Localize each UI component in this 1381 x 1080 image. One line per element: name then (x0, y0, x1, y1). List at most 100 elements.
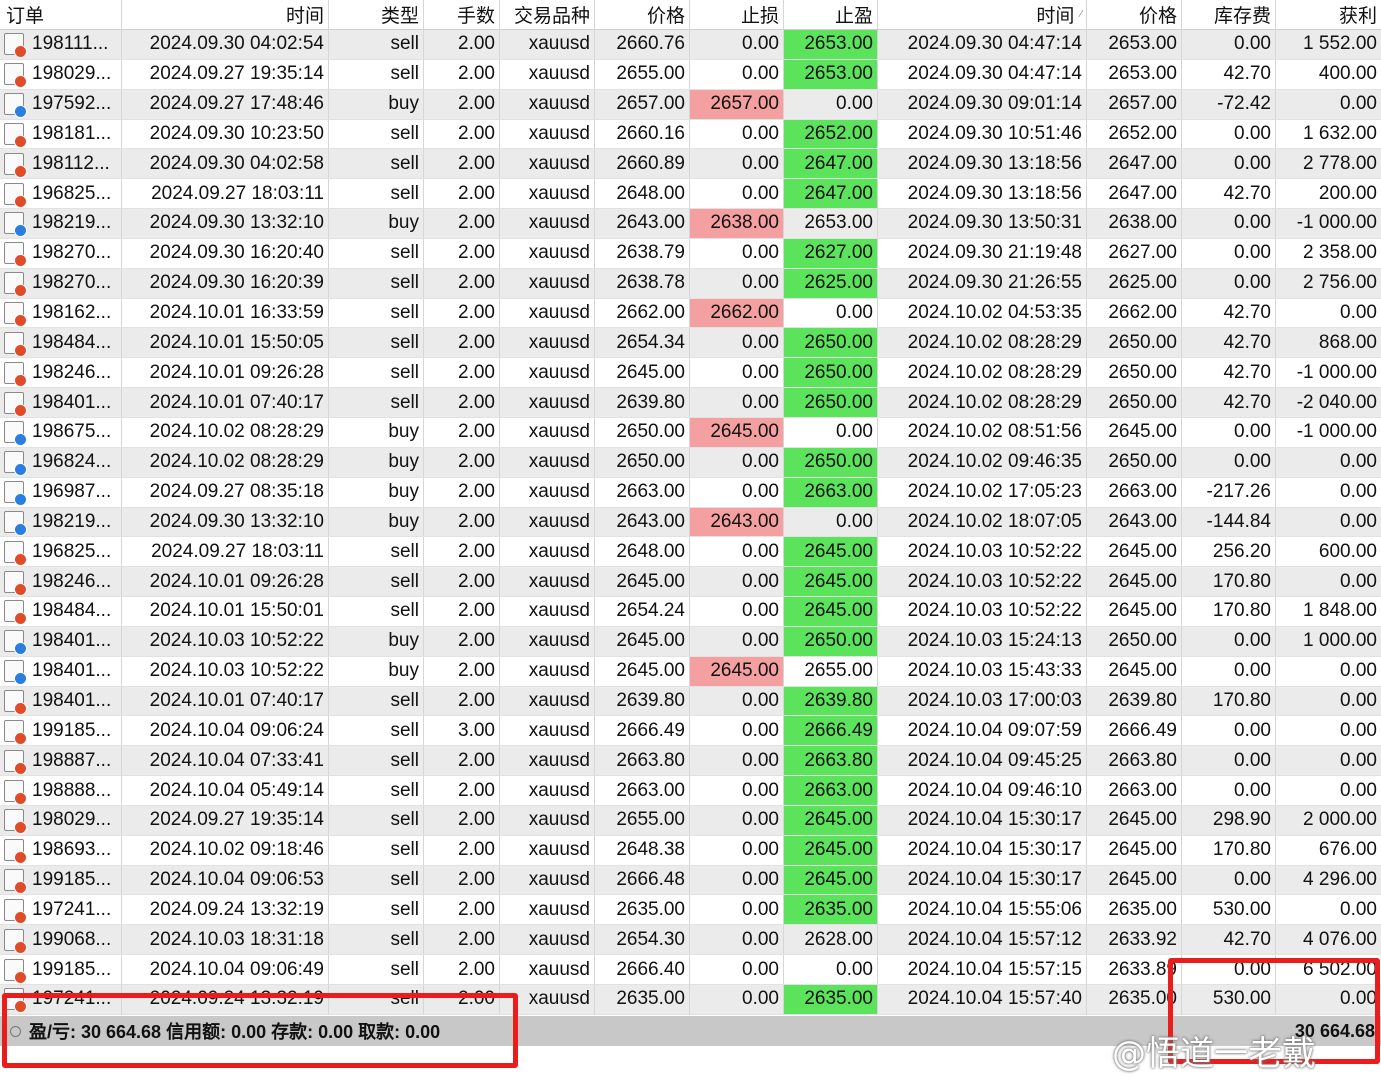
table-row[interactable]: 196825... 2024.09.27 18:03:11 sell 2.00 xauu… (0, 179, 1381, 210)
col-header-close-price[interactable]: 价格 (1087, 0, 1182, 29)
cell-lots: 2.00 (424, 865, 500, 895)
sell-order-icon (4, 958, 27, 984)
cell-order: 198111... (0, 30, 122, 59)
table-row[interactable]: 199185... 2024.10.04 09:06:24 sell 3.00 xauu… (0, 716, 1381, 747)
order-id: 198401... (32, 660, 112, 682)
cell-symbol: xauusd (500, 447, 595, 477)
buy-order-icon (4, 421, 27, 447)
cell-stop-loss: 2662.00 (690, 298, 784, 328)
cell-type: sell (329, 597, 424, 626)
col-header-take-profit[interactable]: 止盈 (784, 0, 878, 29)
cell-order: 199185... (0, 716, 122, 746)
table-row[interactable]: 198112... 2024.09.30 04:02:58 sell 2.00 xauu… (0, 149, 1381, 180)
cell-open-time: 2024.10.01 16:33:59 (122, 298, 329, 328)
cell-profit: 0.00 (1340, 93, 1377, 115)
cell-close-time: 2024.10.04 15:57:15 (878, 955, 1087, 984)
col-header-open-time[interactable]: 时间 (122, 0, 329, 29)
cell-order: 198675... (0, 417, 122, 447)
table-row[interactable]: 196825... 2024.09.27 18:03:11 sell 2.00 xauu… (0, 537, 1381, 568)
table-row[interactable]: 198887... 2024.10.04 07:33:41 sell 2.00 xauu… (0, 746, 1381, 777)
cell-close-time: 2024.10.03 15:43:33 (878, 656, 1087, 686)
table-row[interactable]: 198162... 2024.10.01 16:33:59 sell 2.00 xauu… (0, 298, 1381, 329)
table-row[interactable]: 198219... 2024.09.30 13:32:10 buy 2.00 xauus… (0, 507, 1381, 538)
cell-close-time: 2024.10.02 04:53:35 (878, 298, 1087, 328)
cell-close-price: 2653.00 (1087, 59, 1182, 89)
col-header-swap[interactable]: 库存费 (1182, 0, 1276, 29)
order-id: 198112... (32, 152, 110, 174)
cell-type: buy (329, 417, 424, 447)
cell-close-time: 2024.10.04 15:30:17 (878, 865, 1087, 895)
col-header-type[interactable]: 类型 (329, 0, 424, 29)
table-row[interactable]: 198246... 2024.10.01 09:26:28 sell 2.00 xauu… (0, 567, 1381, 598)
cell-swap: 42.70 (1182, 358, 1276, 388)
cell-profit: 676.00 (1318, 839, 1377, 861)
table-row[interactable]: 198401... 2024.10.01 07:40:17 sell 2.00 xauu… (0, 686, 1381, 717)
cell-close-price: 2647.00 (1087, 149, 1182, 179)
col-header-open-price[interactable]: 价格 (595, 0, 690, 29)
cell-open-price: 2654.30 (595, 925, 690, 955)
col-header-order[interactable]: 订单 (0, 0, 122, 29)
table-row[interactable]: 198029... 2024.09.27 19:35:14 sell 2.00 xauu… (0, 805, 1381, 836)
cell-swap: 42.70 (1182, 59, 1276, 89)
sell-order-icon (4, 570, 27, 596)
table-row[interactable]: 198219... 2024.09.30 13:32:10 buy 2.00 xauus… (0, 209, 1381, 239)
table-row[interactable]: 198484... 2024.10.01 15:50:05 sell 2.00 xauu… (0, 328, 1381, 359)
table-row[interactable]: 198246... 2024.10.01 09:26:28 sell 2.00 xauu… (0, 358, 1381, 389)
table-row[interactable]: 197592... 2024.09.27 17:48:46 buy 2.00 xauus… (0, 89, 1381, 120)
table-row[interactable]: 198111... 2024.09.30 04:02:54 sell 2.00 xauu… (0, 30, 1381, 60)
cell-type: sell (329, 59, 424, 89)
order-id: 199185... (32, 869, 112, 891)
cell-close-price: 2663.80 (1087, 746, 1182, 776)
table-row[interactable]: 196987... 2024.09.27 08:35:18 buy 2.00 xauus… (0, 477, 1381, 508)
cell-symbol: xauusd (500, 686, 595, 716)
col-header-profit[interactable]: 获利 (1276, 0, 1381, 29)
col-header-symbol[interactable]: 交易品种 (500, 0, 595, 29)
col-header-close-time[interactable]: 时间 ⁄ (878, 0, 1087, 29)
col-header-stop-loss[interactable]: 止损 (690, 0, 784, 29)
table-row[interactable]: 197241... 2024.09.24 13:32:19 sell 2.00 xauu… (0, 895, 1381, 926)
order-id: 198162... (32, 302, 112, 324)
cell-order: 198887... (0, 746, 122, 776)
cell-swap: 0.00 (1182, 626, 1276, 656)
cell-profit: 4 296.00 (1303, 869, 1377, 891)
table-row[interactable]: 198401... 2024.10.03 10:52:22 buy 2.00 xauus… (0, 626, 1381, 657)
table-row[interactable]: 198029... 2024.09.27 19:35:14 sell 2.00 xauu… (0, 59, 1381, 90)
sell-order-icon (4, 719, 27, 745)
order-id: 198246... (32, 570, 112, 592)
table-row[interactable]: 199068... 2024.10.03 18:31:18 sell 2.00 xauu… (0, 925, 1381, 956)
table-row[interactable]: 198484... 2024.10.01 15:50:01 sell 2.00 xauu… (0, 597, 1381, 627)
table-row[interactable]: 198270... 2024.09.30 16:20:40 sell 2.00 xauu… (0, 238, 1381, 269)
table-row[interactable]: 196824... 2024.10.02 08:28:29 buy 2.00 xauus… (0, 447, 1381, 478)
cell-profit: 2 000.00 (1303, 809, 1377, 831)
cell-open-price: 2638.79 (595, 238, 690, 268)
cell-take-profit: 2663.80 (784, 746, 878, 776)
table-row[interactable]: 198401... 2024.10.01 07:40:17 sell 2.00 xauu… (0, 388, 1381, 418)
cell-open-price: 2638.78 (595, 268, 690, 298)
order-id: 198888... (32, 779, 112, 801)
table-row[interactable]: 198693... 2024.10.02 09:18:46 sell 2.00 xauu… (0, 835, 1381, 866)
cell-profit: 0.00 (1340, 689, 1377, 711)
table-row[interactable]: 198401... 2024.10.03 10:52:22 buy 2.00 xauus… (0, 656, 1381, 687)
order-id: 196824... (32, 451, 112, 473)
buy-order-icon (4, 510, 27, 536)
table-row[interactable]: 198888... 2024.10.04 05:49:14 sell 2.00 xauu… (0, 776, 1381, 806)
order-id: 196825... (32, 540, 112, 562)
cell-profit: -2 040.00 (1296, 391, 1377, 413)
cell-order: 198181... (0, 119, 122, 149)
cell-symbol: xauusd (500, 597, 595, 626)
cell-close-price: 2645.00 (1087, 567, 1182, 597)
cell-symbol: xauusd (500, 30, 595, 59)
table-row[interactable]: 198270... 2024.09.30 16:20:39 sell 2.00 xauu… (0, 268, 1381, 299)
table-row[interactable]: 198675... 2024.10.02 08:28:29 buy 2.00 xauus… (0, 417, 1381, 448)
table-row[interactable]: 198181... 2024.09.30 10:23:50 sell 2.00 xauu… (0, 119, 1381, 150)
col-header-lots[interactable]: 手数 (424, 0, 500, 29)
cell-close-price: 2666.49 (1087, 716, 1182, 746)
cell-symbol: xauusd (500, 835, 595, 865)
cell-profit: 1 552.00 (1303, 33, 1377, 55)
cell-stop-loss: 0.00 (690, 925, 784, 955)
cell-type: sell (329, 805, 424, 835)
sell-order-icon (4, 152, 27, 178)
table-row[interactable]: 199185... 2024.10.04 09:06:53 sell 2.00 xauu… (0, 865, 1381, 896)
cell-take-profit: 2653.00 (784, 30, 878, 59)
cell-take-profit: 2650.00 (784, 447, 878, 477)
